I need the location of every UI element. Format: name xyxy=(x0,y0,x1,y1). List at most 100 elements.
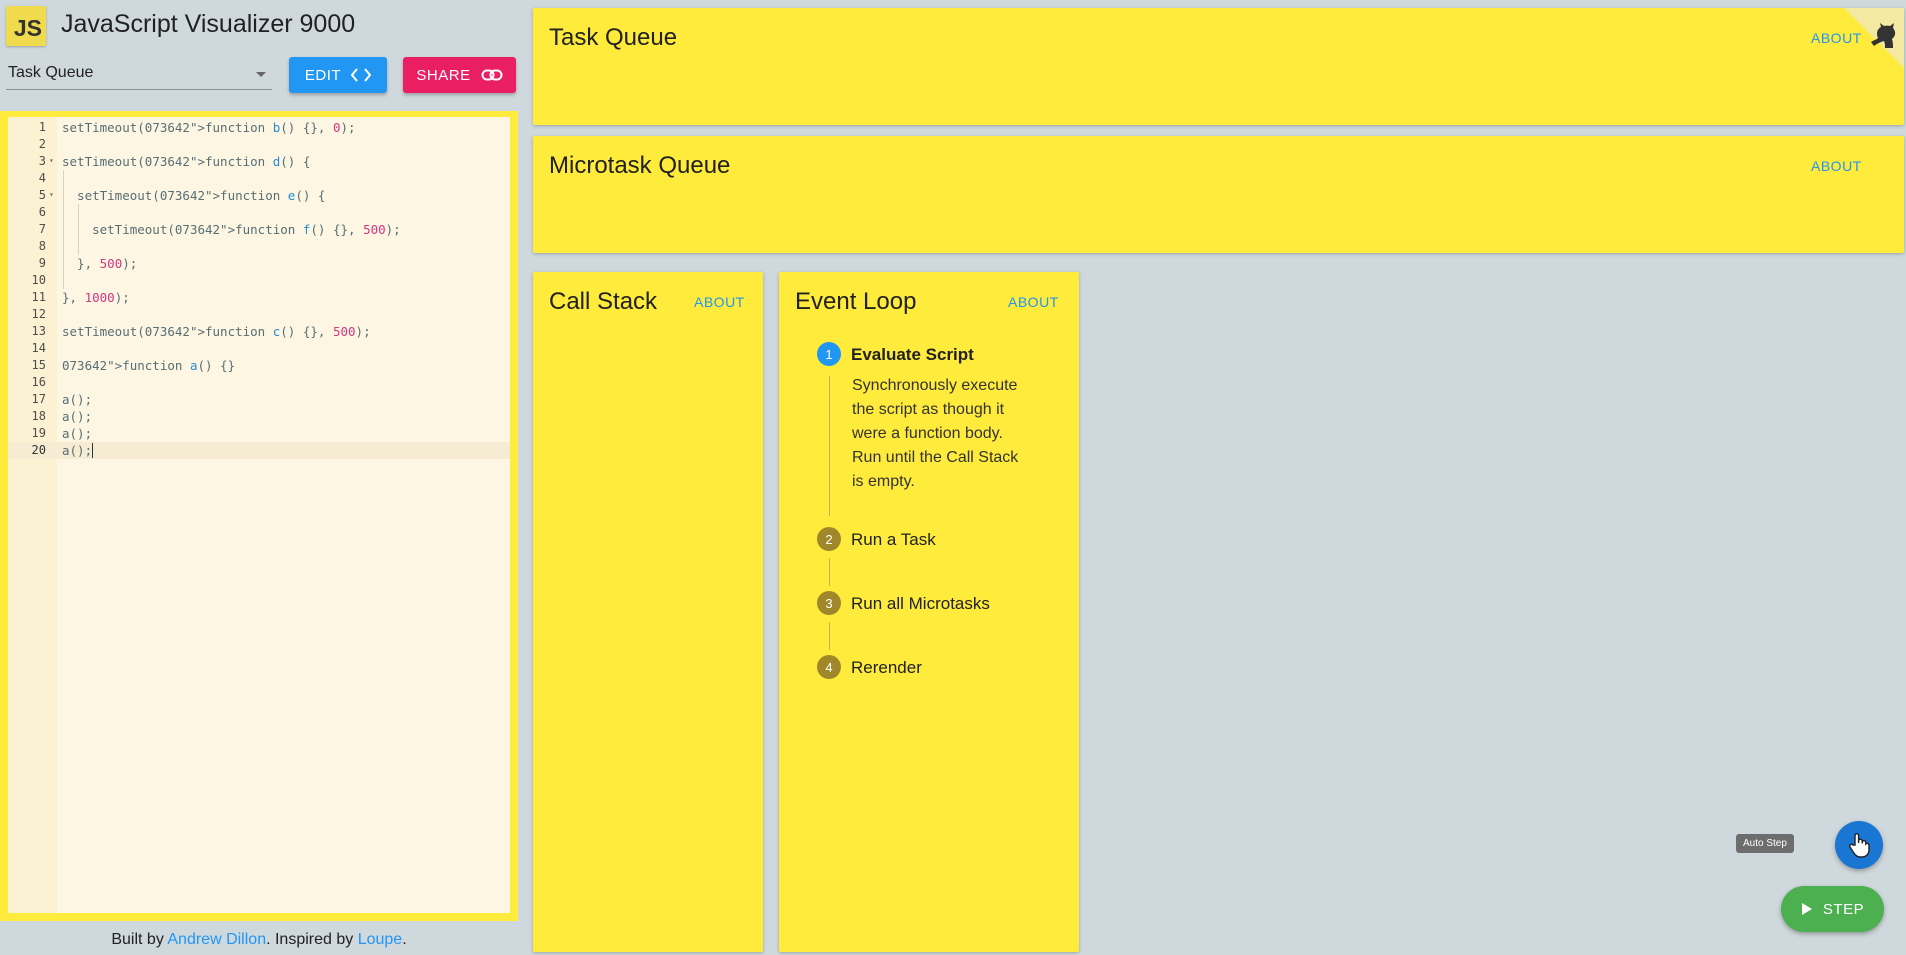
line-number: 12 xyxy=(31,307,46,321)
auto-step-tooltip: Auto Step xyxy=(1736,834,1794,853)
footer: Built by Andrew Dillon. Inspired by Loup… xyxy=(0,931,518,949)
fold-arrow-icon[interactable]: ▾ xyxy=(49,186,54,203)
step-label-evaluate-script: Evaluate Script xyxy=(851,345,974,364)
line-number: 9 xyxy=(38,256,46,270)
step-label-rerender: Rerender xyxy=(851,658,922,677)
step-button-label: STEP xyxy=(1822,900,1865,918)
logo-text: JS xyxy=(13,15,42,41)
step-number: 2 xyxy=(817,527,841,551)
code-editor[interactable]: 1 setTimeout(073642">function b() {}, 0);… xyxy=(8,117,510,913)
code-text: }, 500); xyxy=(62,256,138,271)
code-line[interactable]: 15 073642">function a() {} xyxy=(8,357,510,374)
code-line[interactable]: 3 ▾ setTimeout(073642">function d() { xyxy=(8,153,510,170)
call-stack-panel: Call Stack ABOUT xyxy=(533,272,763,952)
step-description: Synchronously execute the script as thou… xyxy=(852,377,1019,490)
line-number: 19 xyxy=(31,426,46,440)
loupe-link[interactable]: Loupe xyxy=(358,931,403,948)
event-loop-title: Event Loop xyxy=(795,288,917,315)
code-text: setTimeout(073642">function d() { xyxy=(62,154,311,169)
code-line[interactable]: 19 a(); xyxy=(8,425,510,442)
code-text: a(); xyxy=(62,426,93,441)
event-loop-panel: Event Loop ABOUT 1 Evaluate Script Synch… xyxy=(779,272,1079,952)
code-brackets-icon xyxy=(351,68,372,82)
code-text: setTimeout(073642">function b() {}, 0); xyxy=(62,120,356,135)
line-number: 11 xyxy=(31,290,46,304)
step-label-run-a-task: Run a Task xyxy=(851,530,936,549)
step-button[interactable]: STEP xyxy=(1781,886,1884,932)
code-text: }, 1000); xyxy=(62,290,130,305)
code-line[interactable]: 12 xyxy=(8,306,510,323)
github-octocat-icon[interactable] xyxy=(1868,20,1898,50)
share-button-label: SHARE xyxy=(416,66,471,84)
code-text: setTimeout(073642">function e() { xyxy=(62,188,326,203)
line-number: 3 xyxy=(38,154,46,168)
hand-pointer-icon xyxy=(1849,833,1870,858)
line-number: 7 xyxy=(38,222,46,236)
line-number: 20 xyxy=(31,443,46,457)
step-connector xyxy=(829,376,830,516)
example-select[interactable]: Task Queue xyxy=(6,60,272,90)
code-line[interactable]: 10 xyxy=(8,272,510,289)
edit-button[interactable]: EDIT xyxy=(289,57,387,93)
code-text: setTimeout(073642">function c() {}, 500)… xyxy=(62,324,371,339)
app-title: JavaScript Visualizer 9000 xyxy=(61,10,356,38)
line-number: 8 xyxy=(38,239,46,253)
example-select-value: Task Queue xyxy=(8,64,94,81)
play-icon xyxy=(1801,903,1812,915)
code-line[interactable]: 16 xyxy=(8,374,510,391)
footer-prefix: Built by xyxy=(111,931,168,948)
code-line[interactable]: 11 }, 1000); xyxy=(8,289,510,306)
code-line[interactable]: 6 xyxy=(8,204,510,221)
microtask-queue-title: Microtask Queue xyxy=(549,152,731,179)
share-button[interactable]: SHARE xyxy=(403,57,516,93)
indent-guide xyxy=(78,204,79,255)
step-number: 3 xyxy=(817,591,841,615)
code-editor-container: 1 setTimeout(073642">function b() {}, 0);… xyxy=(0,111,518,921)
code-line[interactable]: 17 a(); xyxy=(8,391,510,408)
code-line[interactable]: 13 setTimeout(073642">function c() {}, 50… xyxy=(8,323,510,340)
line-number: 17 xyxy=(31,392,46,406)
step-connector xyxy=(829,558,830,586)
edit-button-label: EDIT xyxy=(304,66,342,84)
line-number: 14 xyxy=(31,341,46,355)
call-stack-title: Call Stack xyxy=(549,288,658,315)
line-number: 10 xyxy=(31,273,46,287)
code-line[interactable]: 5 ▾ setTimeout(073642">function e() { xyxy=(8,187,510,204)
code-line[interactable]: 20 a(); xyxy=(8,442,510,459)
fold-arrow-icon[interactable]: ▾ xyxy=(49,152,54,169)
auto-step-button[interactable] xyxy=(1835,821,1883,869)
line-number: 15 xyxy=(31,358,46,372)
task-queue-panel: Task Queue ABOUT xyxy=(533,8,1904,125)
code-line[interactable]: 1 setTimeout(073642">function b() {}, 0); xyxy=(8,119,510,136)
step-number: 4 xyxy=(817,655,841,679)
step-number: 1 xyxy=(817,342,841,366)
code-line[interactable]: 8 xyxy=(8,238,510,255)
footer-middle: . Inspired by xyxy=(266,931,358,948)
step-connector xyxy=(829,622,830,650)
author-link[interactable]: Andrew Dillon xyxy=(167,931,266,948)
task-queue-title: Task Queue xyxy=(549,24,678,51)
code-line[interactable]: 7 setTimeout(073642">function f() {}, 50… xyxy=(8,221,510,238)
line-number: 5 xyxy=(38,188,46,202)
js-logo: JS xyxy=(6,6,46,46)
call-stack-about-link[interactable]: ABOUT xyxy=(694,294,745,310)
code-text: a(); xyxy=(62,443,93,458)
code-line[interactable]: 18 a(); xyxy=(8,408,510,425)
step-label-run-all-microtasks: Run all Microtasks xyxy=(851,594,990,613)
line-number: 16 xyxy=(31,375,46,389)
microtask-queue-about-link[interactable]: ABOUT xyxy=(1811,158,1862,174)
line-number: 18 xyxy=(31,409,46,423)
code-line[interactable]: 9 }, 500); xyxy=(8,255,510,272)
line-number: 2 xyxy=(38,137,46,151)
code-line[interactable]: 2 xyxy=(8,136,510,153)
line-number: 13 xyxy=(31,324,46,338)
code-line[interactable]: 4 xyxy=(8,170,510,187)
code-line[interactable]: 14 xyxy=(8,340,510,357)
code-text: a(); xyxy=(62,409,93,424)
line-number: 4 xyxy=(38,171,46,185)
link-icon xyxy=(481,68,503,82)
code-text: 073642">function a() {} xyxy=(62,358,236,373)
event-loop-about-link[interactable]: ABOUT xyxy=(1008,294,1059,310)
code-text: setTimeout(073642">function f() {}, 500)… xyxy=(62,222,401,237)
text-cursor xyxy=(92,443,94,458)
